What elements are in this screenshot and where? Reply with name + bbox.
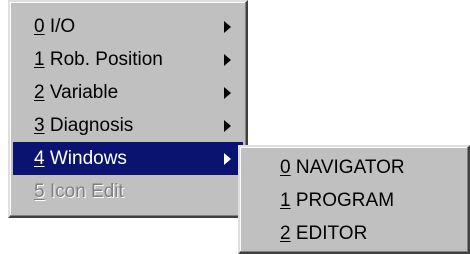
submenu-item-editor-text: EDITOR [295,223,368,244]
menu-item-icon-edit-key: 5 [34,181,45,202]
menu-item-variable-text: Variable [49,82,119,103]
submenu-item-editor-key: 2 [280,223,291,244]
menu-item-rob-position-key: 1 [34,49,45,70]
menu-item-diagnosis-text: Diagnosis [49,115,134,136]
submenu-arrow-icon [224,153,231,165]
submenu-item-program-key: 1 [280,190,291,211]
submenu-item-navigator[interactable]: 0 NAVIGATOR [243,151,465,184]
submenu-arrow-icon [224,21,231,33]
submenu-item-program-text: PROGRAM [295,190,395,211]
windows-submenu: 0 NAVIGATOR 1 PROGRAM 2 EDITOR [238,145,470,254]
menu-item-variable-key: 2 [34,82,45,103]
menu-item-rob-position[interactable]: 1 Rob. Position [13,43,243,76]
submenu-item-program[interactable]: 1 PROGRAM [243,184,465,217]
submenu-arrow-icon [224,120,231,132]
submenu-arrow-icon [224,87,231,99]
menu-item-variable[interactable]: 2 Variable [13,76,243,109]
submenu-item-navigator-text: NAVIGATOR [295,157,405,178]
menu-item-io[interactable]: 0 I/O [13,10,243,43]
submenu-item-editor[interactable]: 2 EDITOR [243,217,465,250]
menu-item-io-key: 0 [34,16,45,37]
menu-item-io-text: I/O [49,16,76,37]
menu-item-diagnosis[interactable]: 3 Diagnosis [13,109,243,142]
menu-item-rob-position-text: Rob. Position [49,49,163,70]
submenu-arrow-icon [224,54,231,66]
main-context-menu: 0 I/O 1 Rob. Position 2 Variable 3 Diagn… [8,0,248,218]
menu-item-icon-edit-text: Icon Edit [49,181,124,202]
menu-item-windows[interactable]: 4 Windows [13,142,243,175]
menu-item-icon-edit: 5 Icon Edit [13,175,243,208]
submenu-item-navigator-key: 0 [280,157,291,178]
menu-item-windows-text: Windows [49,148,127,169]
menu-item-windows-key: 4 [34,148,45,169]
menu-item-diagnosis-key: 3 [34,115,45,136]
